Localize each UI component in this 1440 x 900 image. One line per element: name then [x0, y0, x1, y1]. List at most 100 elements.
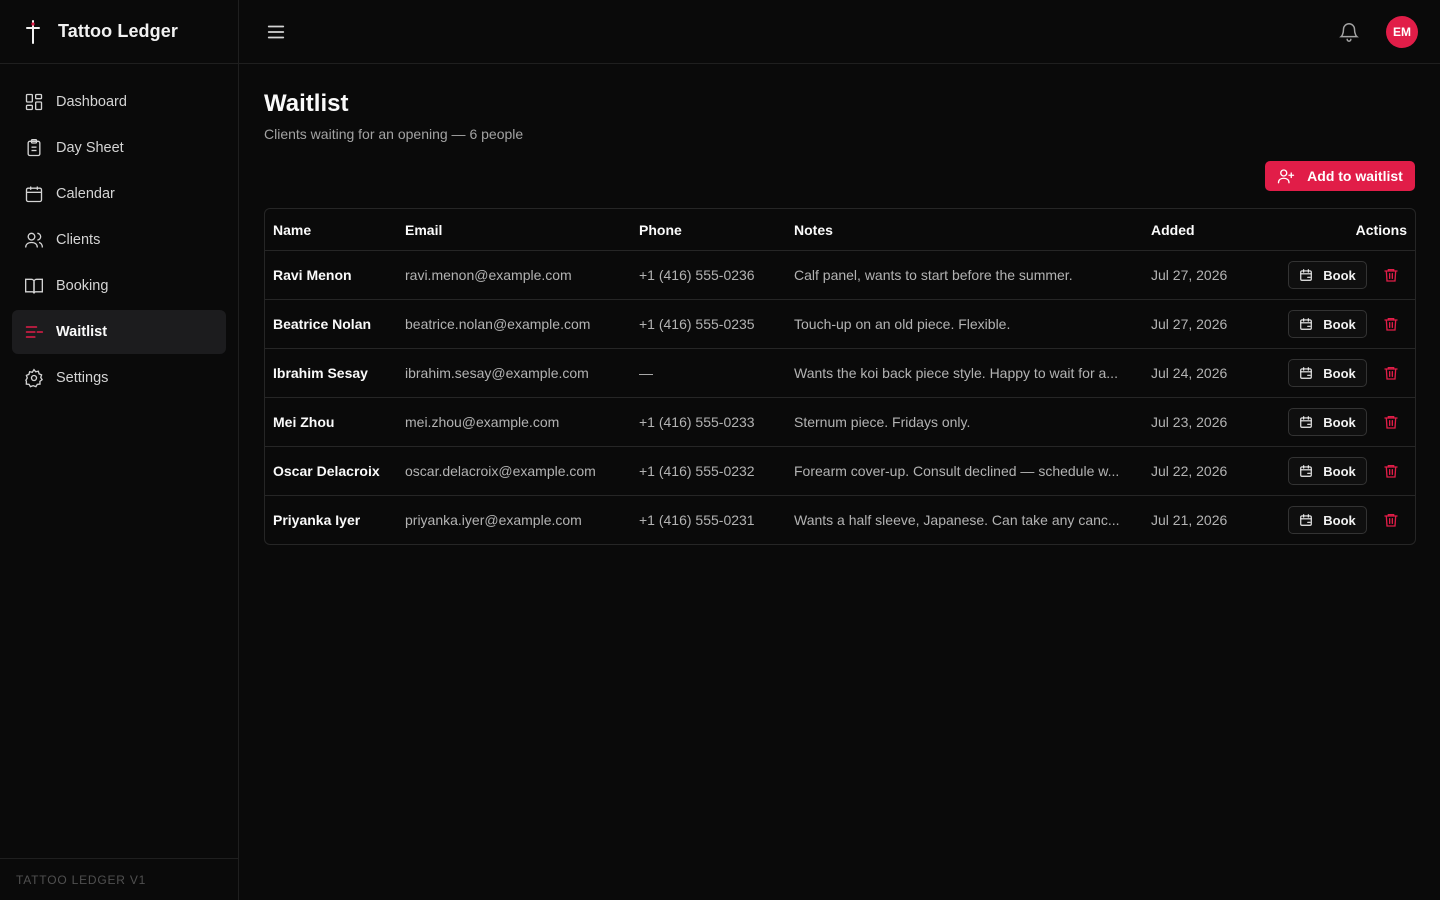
date-added: Jul 23, 2026: [1151, 414, 1228, 430]
client-email: oscar.delacroix@example.com: [405, 463, 596, 479]
book-button[interactable]: Book: [1288, 310, 1367, 338]
needle-logo-icon: [24, 19, 42, 44]
sidebar-item-label: Dashboard: [56, 94, 127, 110]
client-email: mei.zhou@example.com: [405, 414, 560, 430]
client-notes: Wants the koi back piece style. Happy to…: [794, 365, 1118, 381]
bell-icon[interactable]: [1338, 21, 1360, 43]
waitlist-table: Name Email Phone Notes Added Actions Rav…: [264, 208, 1416, 545]
trash-icon[interactable]: [1383, 414, 1399, 430]
column-header-name[interactable]: Name: [265, 222, 405, 238]
book-button-label: Book: [1323, 267, 1356, 283]
trash-icon[interactable]: [1383, 267, 1399, 283]
column-header-email[interactable]: Email: [405, 222, 639, 238]
book-button-label: Book: [1323, 414, 1356, 430]
app-name: Tattoo Ledger: [58, 21, 178, 41]
client-notes: Sternum piece. Fridays only.: [794, 414, 971, 430]
client-phone: +1 (416) 555-0232: [639, 463, 755, 479]
calendar-icon: [1299, 366, 1323, 380]
client-phone: —: [639, 365, 653, 381]
brand[interactable]: Tattoo Ledger: [0, 0, 238, 64]
client-notes: Wants a half sleeve, Japanese. Can take …: [794, 512, 1120, 528]
client-name: Ibrahim Sesay: [273, 365, 368, 381]
sidebar-item-clients[interactable]: Clients: [12, 218, 226, 262]
client-name: Ravi Menon: [273, 267, 352, 283]
calendar-icon: [24, 184, 44, 204]
book-button-label: Book: [1323, 512, 1356, 528]
table-row: Oscar Delacroix oscar.delacroix@example.c…: [265, 446, 1415, 495]
topbar: EM: [239, 0, 1440, 64]
sidebar-item-booking[interactable]: Booking: [12, 264, 226, 308]
add-to-waitlist-button[interactable]: Add to waitlist: [1265, 161, 1415, 191]
column-header-phone[interactable]: Phone: [639, 222, 794, 238]
client-name: Mei Zhou: [273, 414, 335, 430]
sidebar-item-label: Clients: [56, 232, 101, 248]
date-added: Jul 27, 2026: [1151, 267, 1228, 283]
client-email: priyanka.iyer@example.com: [405, 512, 582, 528]
avatar[interactable]: EM: [1386, 16, 1418, 48]
client-notes: Forearm cover-up. Consult declined — sch…: [794, 463, 1120, 479]
row-actions: Book: [1276, 359, 1415, 387]
sidebar-item-dashboard[interactable]: Dashboard: [12, 80, 226, 124]
users-icon: [24, 230, 44, 250]
trash-icon[interactable]: [1383, 512, 1399, 528]
book-button[interactable]: Book: [1288, 408, 1367, 436]
row-actions: Book: [1276, 506, 1415, 534]
book-button[interactable]: Book: [1288, 457, 1367, 485]
trash-icon[interactable]: [1383, 316, 1399, 332]
sidebar: Tattoo Ledger Dashboard Day Sheet Calend…: [0, 0, 239, 900]
client-notes: Calf panel, wants to start before the su…: [794, 267, 1073, 283]
book-button[interactable]: Book: [1288, 261, 1367, 289]
client-phone: +1 (416) 555-0236: [639, 267, 755, 283]
client-email: beatrice.nolan@example.com: [405, 316, 591, 332]
hamburger-menu-icon[interactable]: [265, 21, 287, 43]
page-title: Waitlist: [264, 90, 349, 117]
client-phone: +1 (416) 555-0231: [639, 512, 755, 528]
date-added: Jul 22, 2026: [1151, 463, 1228, 479]
calendar-icon: [1299, 268, 1323, 282]
sidebar-item-waitlist[interactable]: Waitlist: [12, 310, 226, 354]
book-button-label: Book: [1323, 365, 1356, 381]
book-button-label: Book: [1323, 316, 1356, 332]
column-header-actions: Actions: [1355, 221, 1407, 238]
book-button-label: Book: [1323, 463, 1356, 479]
calendar-icon: [1299, 415, 1323, 429]
sidebar-item-calendar[interactable]: Calendar: [12, 172, 226, 216]
trash-icon[interactable]: [1383, 463, 1399, 479]
app-version: TATTOO LEDGER V1: [0, 858, 238, 900]
row-actions: Book: [1276, 457, 1415, 485]
sidebar-item-settings[interactable]: Settings: [12, 356, 226, 400]
client-notes: Touch-up on an old piece. Flexible.: [794, 316, 1011, 332]
table-row: Ibrahim Sesay ibrahim.sesay@example.com — W…: [265, 348, 1415, 397]
trash-icon[interactable]: [1383, 365, 1399, 381]
calendar-icon: [1299, 513, 1323, 527]
date-added: Jul 21, 2026: [1151, 512, 1228, 528]
sidebar-item-label: Settings: [56, 370, 109, 386]
table-row: Beatrice Nolan beatrice.nolan@example.com…: [265, 299, 1415, 348]
book-icon: [24, 276, 44, 296]
client-name: Beatrice Nolan: [273, 316, 372, 332]
table-row: Mei Zhou mei.zhou@example.com +1 (416) 555…: [265, 397, 1415, 446]
page-subtitle: Clients waiting for an opening — 6 peopl…: [264, 126, 524, 142]
sidebar-item-label: Booking: [56, 278, 109, 294]
client-phone: +1 (416) 555-0235: [639, 316, 755, 332]
table-header-row: Name Email Phone Notes Added Actions: [265, 209, 1415, 250]
table-row: Ravi Menon ravi.menon@example.com +1 (416)…: [265, 250, 1415, 299]
column-header-added[interactable]: Added: [1151, 222, 1276, 238]
client-email: ibrahim.sesay@example.com: [405, 365, 589, 381]
sidebar-nav: Dashboard Day Sheet Calendar Clients Boo…: [0, 64, 238, 418]
table-row: Priyanka Iyer priyanka.iyer@example.com +1…: [265, 495, 1415, 544]
row-actions: Book: [1276, 408, 1415, 436]
column-header-notes[interactable]: Notes: [794, 222, 1151, 238]
sidebar-item-label: Day Sheet: [56, 140, 124, 156]
sidebar-item-label: Calendar: [56, 186, 115, 202]
book-button[interactable]: Book: [1288, 506, 1367, 534]
sidebar-item-label: Waitlist: [56, 324, 108, 340]
client-email: ravi.menon@example.com: [405, 267, 572, 283]
calendar-icon: [1299, 317, 1323, 331]
client-name: Priyanka Iyer: [273, 512, 361, 528]
list-minus-icon: [24, 322, 44, 342]
sidebar-item-day-sheet[interactable]: Day Sheet: [12, 126, 226, 170]
table-body: Ravi Menon ravi.menon@example.com +1 (416)…: [265, 250, 1415, 544]
book-button[interactable]: Book: [1288, 359, 1367, 387]
date-added: Jul 24, 2026: [1151, 365, 1228, 381]
